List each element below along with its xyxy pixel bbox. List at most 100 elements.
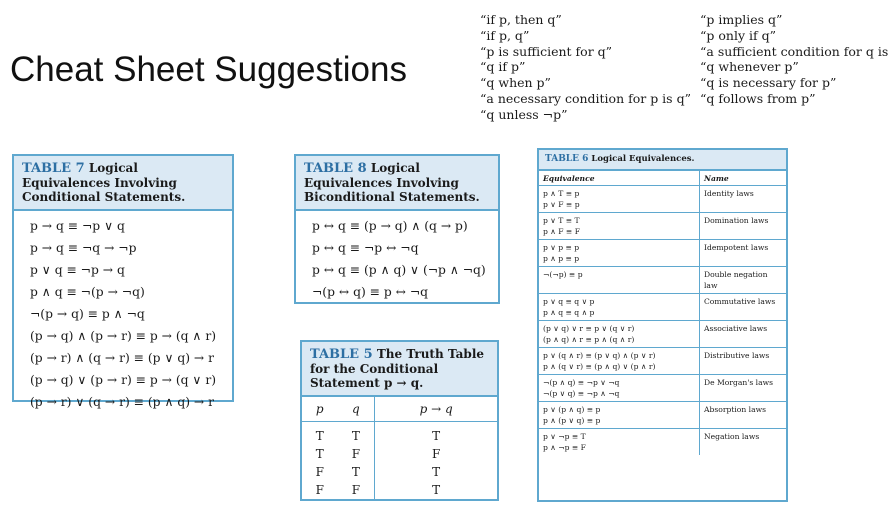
table-row: F T T xyxy=(302,463,497,481)
equivalence-row: p ↔ q ≡ (p → q) ∧ (q → p) xyxy=(312,219,468,233)
equivalence-line: (p ∧ q) ∧ r ≡ p ∧ (q ∧ r) xyxy=(543,335,635,344)
equivalence-row: (p → q) ∧ (p → r) ≡ p → (q ∧ r) xyxy=(30,329,217,343)
table-row: p ∨ p ≡ p p ∧ p ≡ p Idempotent laws xyxy=(539,239,786,267)
equivalence-cell: p ∧ T ≡ p p ∨ F ≡ p xyxy=(539,185,700,213)
equivalence-line: p ∧ F ≡ F xyxy=(543,227,580,236)
table-row: T F F xyxy=(302,445,497,463)
equivalence-line: p ∧ q ≡ q ∧ p xyxy=(543,308,595,317)
table-row: ¬(p ∧ q) ≡ ¬p ∨ ¬q ¬(p ∨ q) ≡ ¬p ∧ ¬q De … xyxy=(539,374,786,402)
table-8-biconditional-equivalences: TABLE 8 Logical Equivalences Involving B… xyxy=(294,154,500,304)
equivalence-cell: (p ∨ q) ∨ r ≡ p ∨ (q ∨ r) (p ∧ q) ∧ r ≡ p… xyxy=(539,320,700,348)
law-name: Distributive laws xyxy=(699,347,786,375)
table-cell: T xyxy=(374,481,497,499)
equivalence-line: ¬(p ∨ q) ≡ ¬p ∧ ¬q xyxy=(543,389,620,398)
law-name: Idempotent laws xyxy=(699,239,786,267)
table-8-rows: p ↔ q ≡ (p → q) ∧ (q → p) p ↔ q ≡ ¬p ↔ ¬… xyxy=(296,211,498,303)
table-6-label: TABLE 6 xyxy=(545,154,589,164)
equivalence-line: (p ∨ q) ∨ r ≡ p ∨ (q ∨ r) xyxy=(543,324,635,333)
table-row: T T T xyxy=(302,421,497,445)
phrase-item: “q when p” xyxy=(480,75,551,91)
equivalence-line: p ∧ p ≡ p xyxy=(543,254,580,263)
table-cell: F xyxy=(315,465,324,479)
equivalence-table: Equivalence Name p ∧ T ≡ p p ∨ F ≡ p Iden… xyxy=(539,171,786,455)
table-row: p ∨ ¬p ≡ T p ∧ ¬p ≡ F Negation laws xyxy=(539,428,786,456)
equivalence-cell: p ∨ T ≡ T p ∧ F ≡ F xyxy=(539,212,700,240)
law-name: Negation laws xyxy=(699,428,786,455)
equivalence-line: p ∨ (p ∧ q) ≡ p xyxy=(543,405,601,414)
table-cell: F xyxy=(351,483,361,497)
equivalence-cell: p ∨ ¬p ≡ T p ∧ ¬p ≡ F xyxy=(539,429,700,456)
phrase-item: “q is necessary for p” xyxy=(700,75,837,91)
equivalence-line: p ∨ T ≡ T xyxy=(543,216,580,225)
phrase-list-left: “if p, then q” “if p, q” “p is sufficien… xyxy=(480,12,691,123)
equivalence-row: ¬(p ↔ q) ≡ p ↔ ¬q xyxy=(312,285,429,299)
equivalence-line: ¬(¬p) ≡ p xyxy=(543,270,583,279)
table-row: p ∨ (q ∧ r) ≡ (p ∨ q) ∧ (p ∨ r) p ∧ (q ∨ … xyxy=(539,347,786,375)
column-header: Name xyxy=(699,171,786,186)
table-row: ¬(¬p) ≡ p Double negation law xyxy=(539,266,786,294)
phrase-item: “a necessary condition for p is q” xyxy=(480,90,691,106)
equivalence-cell: p ∨ p ≡ p p ∧ p ≡ p xyxy=(539,239,700,267)
equivalence-row: p ↔ q ≡ (p ∧ q) ∨ (¬p ∧ ¬q) xyxy=(312,263,486,277)
phrase-item: “a sufficient condition for q is p” xyxy=(700,43,889,59)
table-5-label: TABLE 5 xyxy=(310,347,373,362)
truth-table: p q p → q T T T T F F F T T F F T xyxy=(302,397,497,499)
equivalence-line: p ∨ p ≡ p xyxy=(543,243,580,252)
table-cell: T xyxy=(374,421,497,445)
equivalence-row: p ↔ q ≡ ¬p ↔ ¬q xyxy=(312,241,419,255)
table-cell: T xyxy=(374,463,497,481)
table-cell: T xyxy=(315,429,324,443)
phrase-item: “p is sufficient for q” xyxy=(480,43,613,59)
table-7-label: TABLE 7 xyxy=(22,161,85,176)
equivalence-row: p ∧ q ≡ ¬(p → ¬q) xyxy=(30,285,145,299)
table-header-row: p q p → q xyxy=(302,397,497,422)
law-name: De Morgan's laws xyxy=(699,374,786,402)
equivalence-line: p ∨ q ≡ q ∨ p xyxy=(543,297,595,306)
equivalence-line: p ∧ (q ∨ r) ≡ (p ∧ q) ∨ (p ∧ r) xyxy=(543,362,656,371)
table-5-truth-table: TABLE 5 The Truth Table for the Conditio… xyxy=(300,340,499,501)
page-title: Cheat Sheet Suggestions xyxy=(10,50,407,89)
table-8-header: TABLE 8 Logical Equivalences Involving B… xyxy=(296,156,498,211)
phrase-item: “q unless ¬p” xyxy=(480,106,568,122)
table-row: p ∨ (p ∧ q) ≡ p p ∧ (p ∨ q) ≡ p Absorptio… xyxy=(539,401,786,429)
equivalence-line: ¬(p ∧ q) ≡ ¬p ∨ ¬q xyxy=(543,378,620,387)
equivalence-row: p → q ≡ ¬p ∨ q xyxy=(30,219,125,233)
table-cell: F xyxy=(374,445,497,463)
equivalence-cell: p ∨ (p ∧ q) ≡ p p ∧ (p ∨ q) ≡ p xyxy=(539,401,700,429)
law-name: Associative laws xyxy=(699,320,786,348)
law-name: Domination laws xyxy=(699,212,786,240)
phrase-item: “if p, q” xyxy=(480,27,530,43)
table-6-header: TABLE 6 Logical Equivalences. xyxy=(539,150,786,171)
table-cell: F xyxy=(351,447,361,461)
table-row: p ∨ T ≡ T p ∧ F ≡ F Domination laws xyxy=(539,212,786,240)
phrase-item: “p implies q” xyxy=(700,12,783,27)
phrase-item: “if p, then q” xyxy=(480,12,562,27)
equivalence-row: ¬(p → q) ≡ p ∧ ¬q xyxy=(30,307,145,321)
table-7-rows: p → q ≡ ¬p ∨ q p → q ≡ ¬q → ¬p p ∨ q ≡ ¬… xyxy=(14,211,232,413)
phrase-item: “q if p” xyxy=(480,59,526,75)
phrase-item: “q whenever p” xyxy=(700,59,799,75)
phrase-list-right: “p implies q” “p only if q” “a sufficien… xyxy=(700,12,889,107)
table-cell: F xyxy=(315,483,324,497)
table-5-header: TABLE 5 The Truth Table for the Conditio… xyxy=(302,342,497,397)
column-header: p → q xyxy=(374,397,497,422)
equivalence-cell: p ∨ (q ∧ r) ≡ (p ∨ q) ∧ (p ∨ r) p ∧ (q ∨ … xyxy=(539,347,700,375)
table-cell: T xyxy=(351,429,360,443)
equivalence-cell: ¬(p ∧ q) ≡ ¬p ∨ ¬q ¬(p ∨ q) ≡ ¬p ∧ ¬q xyxy=(539,374,700,402)
equivalence-line: p ∧ ¬p ≡ F xyxy=(543,443,586,452)
table-8-label: TABLE 8 xyxy=(304,161,367,176)
table-row: p ∨ q ≡ q ∨ p p ∧ q ≡ q ∧ p Commutative l… xyxy=(539,293,786,321)
equivalence-row: p ∨ q ≡ ¬p → q xyxy=(30,263,125,277)
column-header: p xyxy=(302,397,338,422)
table-row: p ∧ T ≡ p p ∨ F ≡ p Identity laws xyxy=(539,185,786,213)
law-name: Absorption laws xyxy=(699,401,786,429)
equivalence-row: p → q ≡ ¬q → ¬p xyxy=(30,241,137,255)
table-7-header: TABLE 7 Logical Equivalences Involving C… xyxy=(14,156,232,211)
equivalence-row: (p → q) ∨ (p → r) ≡ p → (q ∨ r) xyxy=(30,373,217,387)
table-7-conditional-equivalences: TABLE 7 Logical Equivalences Involving C… xyxy=(12,154,234,409)
table-cell: T xyxy=(315,447,324,461)
table-row: F F T xyxy=(302,481,497,499)
equivalence-line: p ∨ ¬p ≡ T xyxy=(543,432,586,441)
equivalence-line: p ∧ (p ∨ q) ≡ p xyxy=(543,416,601,425)
table-header-row: Equivalence Name xyxy=(539,171,786,186)
